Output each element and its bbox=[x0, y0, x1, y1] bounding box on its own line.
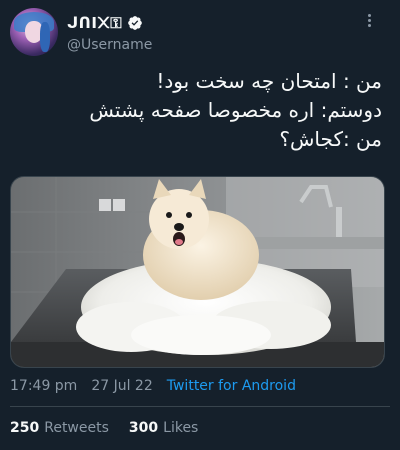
more-dot bbox=[367, 13, 371, 17]
tweet-stats: 250 Retweets 300 Likes bbox=[10, 420, 218, 436]
likes-stat[interactable]: 300 Likes bbox=[129, 420, 198, 436]
tweet-date[interactable]: 27 Jul 22 bbox=[91, 378, 152, 394]
tweet-source-link[interactable]: Twitter for Android bbox=[167, 378, 296, 394]
more-dot bbox=[367, 18, 371, 22]
avatar[interactable] bbox=[10, 8, 58, 56]
retweets-label: Retweets bbox=[44, 420, 109, 436]
tweet-media-photo[interactable] bbox=[10, 176, 385, 368]
likes-count: 300 bbox=[128, 420, 159, 436]
author-name-row: ᒍᑎI᙭⚿ bbox=[67, 13, 143, 33]
retweets-stat[interactable]: 250 Retweets bbox=[10, 420, 109, 436]
display-name[interactable]: ᒍᑎI᙭⚿ bbox=[67, 14, 122, 32]
tweet-line: من : امتحان چه سخت بود! bbox=[156, 69, 382, 93]
tweet-meta: 17:49 pm 27 Jul 22 Twitter for Android bbox=[10, 378, 296, 394]
tweet-line: دوستم: اره مخصوصا صفحه پشتش bbox=[89, 98, 382, 122]
tweet-line: من :کجاش؟ bbox=[279, 127, 382, 151]
username[interactable]: @Username bbox=[67, 37, 152, 53]
divider bbox=[10, 406, 390, 407]
verified-badge-icon bbox=[128, 16, 142, 30]
more-options-icon[interactable] bbox=[360, 10, 378, 30]
tweet-text: من : امتحان چه سخت بود! دوستم: اره مخصوص… bbox=[12, 67, 382, 154]
avatar-hair-strand-shape bbox=[40, 22, 50, 52]
tweet-card: ᒍᑎI᙭⚿ @Username من : امتحان چه سخت بود! … bbox=[0, 0, 400, 450]
retweets-count: 250 bbox=[10, 420, 40, 436]
likes-label: Likes bbox=[163, 420, 199, 436]
more-dot bbox=[367, 23, 371, 27]
dog-photo-illustration bbox=[11, 177, 384, 367]
tweet-time[interactable]: 17:49 pm bbox=[10, 378, 77, 394]
